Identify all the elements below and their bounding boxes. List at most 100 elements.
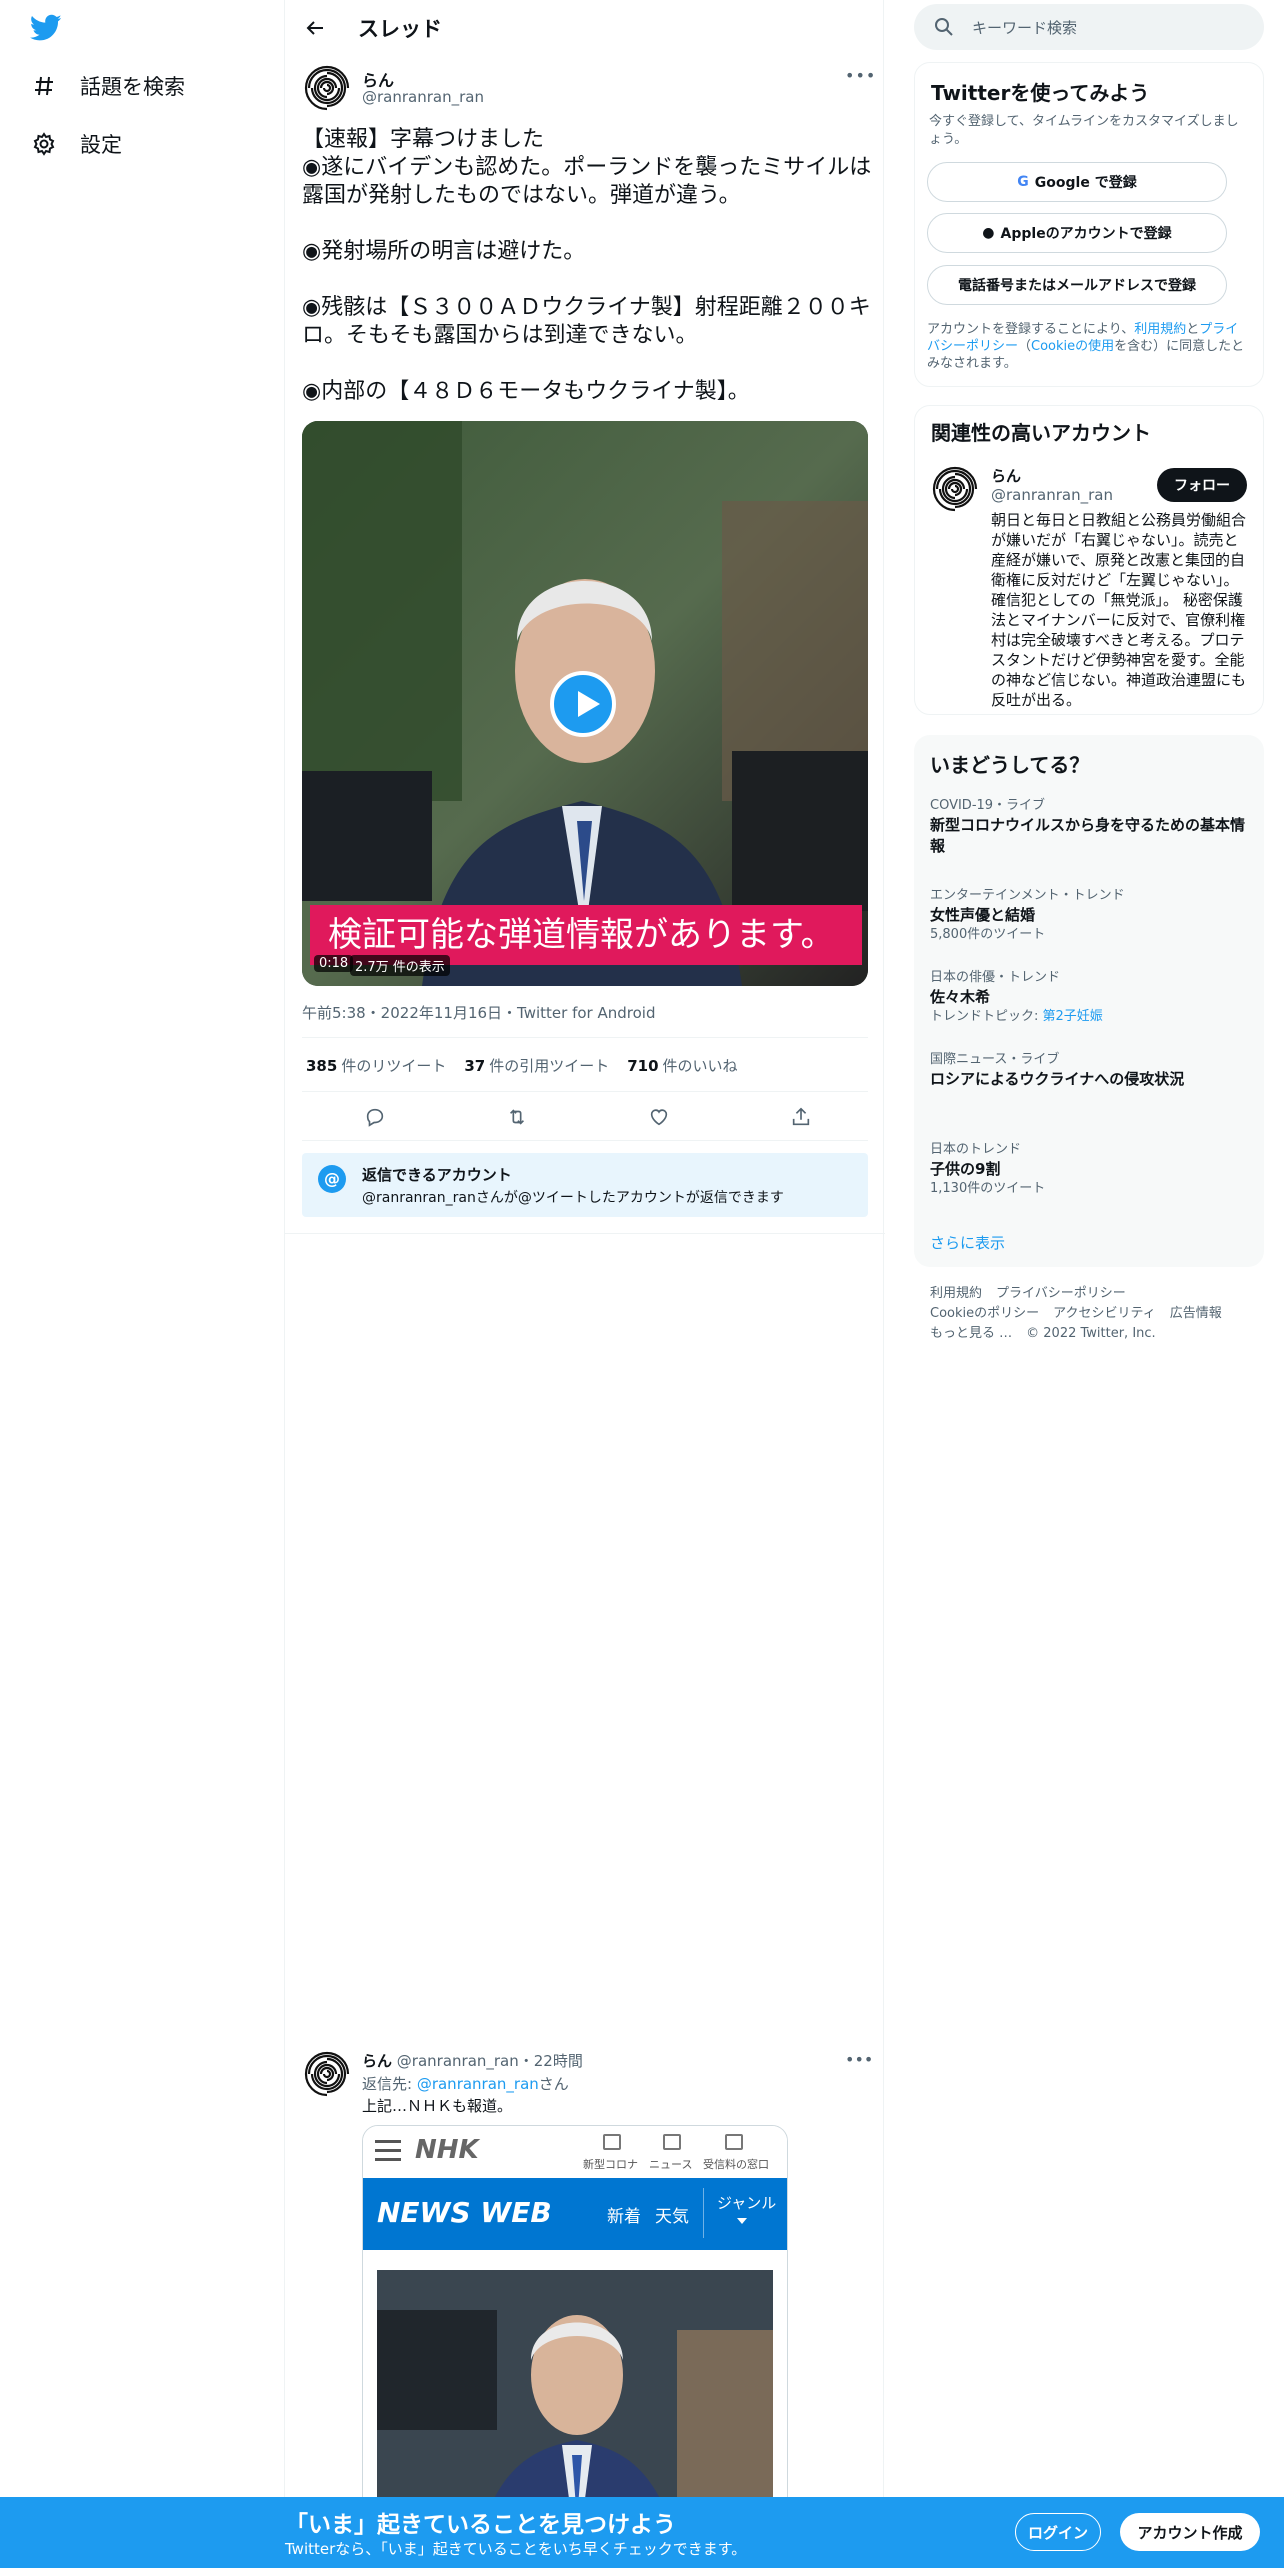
quote-count[interactable]: 37 件の引用ツイート [464, 1055, 609, 1076]
nhk-tab-new: 新着 [607, 2207, 641, 2227]
nav-settings[interactable]: 設定 [30, 122, 122, 166]
banner-subtitle: Twitterなら、「いま」起きていることをいち早くチェックできます。 [285, 2540, 747, 2558]
trend-topic-link[interactable]: 第2子妊娠 [1043, 1009, 1103, 1024]
divider [703, 2188, 704, 2238]
twitter-bird-icon[interactable] [29, 14, 70, 46]
nhk-tab-weather: 天気 [655, 2207, 689, 2227]
reply-icon[interactable] [360, 1102, 390, 1132]
reply-time[interactable]: ・22時間 [519, 2052, 583, 2070]
divider [302, 1091, 868, 1092]
cookie-link[interactable]: Cookieの使用 [1031, 339, 1114, 354]
show-more-link[interactable]: さらに表示 [930, 1232, 1005, 1253]
google-icon: G [1017, 174, 1029, 190]
search-input[interactable]: キーワード検索 [972, 17, 1077, 38]
footer-privacy-link[interactable]: プライバシーポリシー [996, 1286, 1126, 1301]
gear-icon [30, 130, 58, 158]
related-bio: 朝日と毎日と日教組と公務員労働組合が嫌いだが「右翼じゃない」。読売と産経が嫌いで… [991, 511, 1247, 709]
play-button[interactable] [550, 671, 616, 737]
tweet-stats: 385 件のリツイート 37 件の引用ツイート 710 件のいいね [306, 1055, 756, 1076]
reply-header: らん @ranranran_ran・22時間 [362, 2050, 583, 2071]
banner-title: 「いま」起きていることを見つけよう [285, 2512, 676, 2538]
create-account-button[interactable]: アカウント作成 [1120, 2513, 1260, 2551]
fee-menu-icon [725, 2134, 743, 2150]
nhk-menu-covid: 新型コロナ [583, 2158, 638, 2171]
signup-banner: 「いま」起きていることを見つけよう Twitterなら、「いま」起きていることを… [0, 2497, 1284, 2568]
footer-cookie-link[interactable]: Cookieのポリシー [930, 1306, 1039, 1321]
retweet-count[interactable]: 385 件のリツイート [306, 1055, 446, 1076]
trend-item[interactable]: エンターテインメント・トレンド 女性声優と結婚 5,800件のツイート [930, 887, 1250, 944]
divider [302, 1037, 868, 1038]
right-sidebar: キーワード検索 Twitterを使ってみよう 今すぐ登録して、タイムラインをカス… [914, 0, 1264, 2568]
page-title: スレッド [358, 17, 442, 41]
chevron-down-icon [737, 2218, 747, 2224]
related-title: 関連性の高いアカウント [931, 421, 1151, 445]
reply-restriction-title: 返信できるアカウント [362, 1166, 512, 1184]
hamburger-icon [375, 2140, 401, 2162]
trends-title: いまどうしてる？ [930, 753, 1090, 777]
tweet-video[interactable]: 検証可能な弾道情報があります。 0:18 2.7万 件の表示 [302, 421, 868, 986]
login-button[interactable]: ログイン [1015, 2513, 1101, 2551]
nav-explore[interactable]: 話題を検索 [30, 64, 185, 108]
footer-more-link[interactable]: もっと見る … [930, 1326, 1012, 1341]
like-count[interactable]: 710 件のいいね [627, 1055, 737, 1076]
more-options-icon[interactable]: ••• [845, 2050, 873, 2069]
signup-title: Twitterを使ってみよう [931, 81, 1150, 105]
back-arrow-icon[interactable] [299, 12, 331, 44]
search-box[interactable]: キーワード検索 [914, 4, 1264, 50]
nav-explore-label: 話題を検索 [80, 75, 185, 99]
terms-link[interactable]: 利用規約 [1134, 322, 1186, 337]
reply-to-line: 返信先: @ranranran_ranさん [362, 2075, 569, 2093]
nav-settings-label: 設定 [80, 133, 122, 157]
apple-signup-button[interactable]: ● Appleのアカウントで登録 [927, 213, 1227, 253]
footer-accessibility-link[interactable]: アクセシビリティ [1053, 1306, 1156, 1321]
more-options-icon[interactable]: ••• [845, 66, 876, 85]
related-handle[interactable]: @ranranran_ran [991, 486, 1113, 504]
hashtag-icon [30, 72, 58, 100]
reply-text: 上記…ＮＨＫも報道。 [362, 2097, 513, 2115]
avatar[interactable] [930, 464, 980, 514]
trends-card: いまどうしてる？ COVID-19・ライブ 新型コロナウイルスから身を守るための… [914, 735, 1264, 1267]
signup-subtitle: 今すぐ登録して、タイムラインをカスタマイズしましょう。 [929, 114, 1239, 147]
reply-author-name[interactable]: らん [362, 2052, 392, 2070]
trend-item[interactable]: COVID-19・ライブ 新型コロナウイルスから身を守るための基本情報 [930, 797, 1250, 857]
at-sign-icon: @ [318, 1165, 346, 1193]
phone-signup-button[interactable]: 電話番号またはメールアドレスで登録 [927, 265, 1227, 305]
footer-ads-link[interactable]: 広告情報 [1170, 1306, 1222, 1321]
news-menu-icon [663, 2134, 681, 2150]
related-accounts-card: 関連性の高いアカウント らん @ranranran_ran フォロー 朝日と毎日… [914, 405, 1264, 715]
avatar[interactable] [302, 63, 352, 113]
author-handle[interactable]: @ranranran_ran [362, 88, 484, 106]
covid-menu-icon [603, 2134, 621, 2150]
follow-button[interactable]: フォロー [1157, 468, 1247, 502]
signup-legal: アカウントを登録することにより、利用規約とプライバシーポリシー（Cookieの使… [927, 322, 1245, 371]
thread-header: スレッド [285, 0, 885, 54]
reply-to-link[interactable]: @ranranran_ran [417, 2075, 539, 2093]
divider [302, 1140, 868, 1141]
reply-author-handle[interactable]: @ranranran_ran [397, 2052, 519, 2070]
nhk-news-web-bar: NEWS WEB 新着 天気 ジャンル [363, 2178, 787, 2250]
video-duration: 0:18 [314, 955, 354, 972]
tweet-timestamp[interactable]: 午前5:38・2022年11月16日・Twitter for Android [302, 1002, 655, 1023]
tweet-actions [302, 1100, 868, 1134]
nhk-logo: NHK [415, 2135, 479, 2165]
tweet-text: 【速報】字幕つけました ◉遂にバイデンも認めた。ポーランドを襲ったミサイルは露国… [302, 127, 872, 404]
video-views: 2.7万 件の表示 [350, 955, 450, 976]
google-signup-button[interactable]: G Google で登録 [927, 162, 1227, 202]
related-name[interactable]: らん [991, 465, 1021, 486]
twitter-page: 話題を検索 設定 スレッド らん @ranranran_ran ••• 【速報】… [0, 0, 1284, 2568]
apple-icon: ● [982, 225, 995, 241]
like-icon[interactable] [644, 1102, 674, 1132]
copyright: © 2022 Twitter, Inc. [1026, 1326, 1156, 1341]
retweet-icon[interactable] [502, 1102, 532, 1132]
search-icon [934, 17, 954, 37]
trend-item[interactable]: 日本の俳優・トレンド 佐々木希 トレンドトピック: 第2子妊娠 [930, 969, 1250, 1026]
footer-links: 利用規約 プライバシーポリシー Cookieのポリシー アクセシビリティ 広告情報 も… [930, 1284, 1250, 1344]
news-web-title: NEWS WEB [377, 2196, 552, 2229]
avatar[interactable] [302, 2049, 352, 2099]
share-icon[interactable] [786, 1102, 816, 1132]
footer-terms-link[interactable]: 利用規約 [930, 1286, 982, 1301]
main-column: スレッド らん @ranranran_ran ••• 【速報】字幕つけました ◉… [284, 0, 885, 2568]
trend-item[interactable]: 日本のトレンド 子供の9割 1,130件のツイート [930, 1141, 1250, 1198]
divider [285, 1233, 885, 1234]
trend-item[interactable]: 国際ニュース・ライブ ロシアによるウクライナへの侵攻状況 [930, 1051, 1250, 1090]
